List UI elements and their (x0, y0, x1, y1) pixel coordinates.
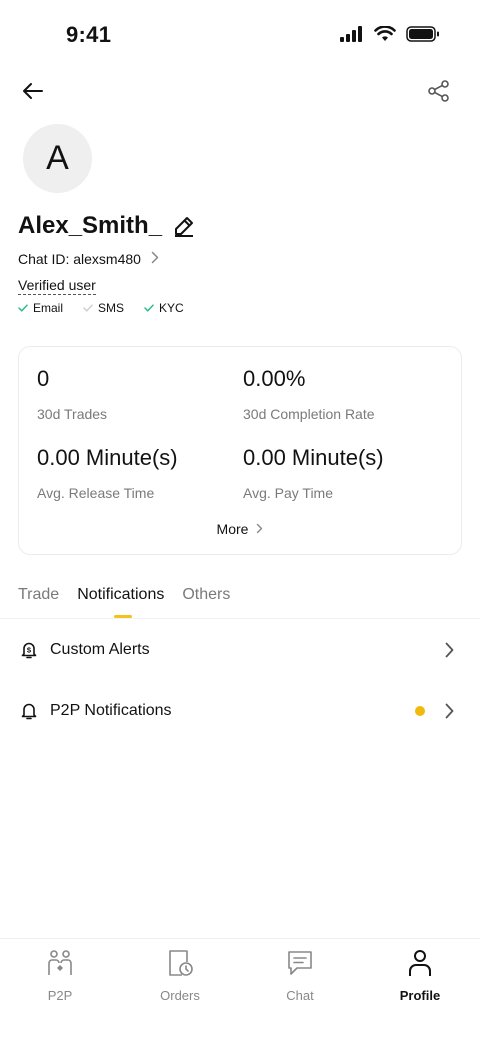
chevron-right-icon (151, 251, 159, 267)
chevron-right-icon (442, 701, 456, 721)
more-button[interactable]: More (19, 521, 461, 537)
stat-pay-time: 0.00 Minute(s) Avg. Pay Time (243, 445, 384, 501)
battery-icon (406, 26, 440, 47)
verified-user-label[interactable]: Verified user (18, 277, 96, 295)
verification-label: Email (33, 301, 64, 315)
list-item-custom-alerts[interactable]: $ Custom Alerts (0, 630, 480, 670)
tab-notifications[interactable]: Notifications (77, 586, 165, 618)
tab-trade[interactable]: Trade (18, 586, 59, 604)
stat-label: Avg. Release Time (37, 485, 155, 501)
list-item-p2p-notifications[interactable]: P2P Notifications (0, 691, 480, 731)
cellular-icon (340, 26, 364, 47)
chat-id: Chat ID: alexsm480 (18, 251, 141, 267)
list-item-label: P2P Notifications (50, 702, 172, 719)
chat-id-row[interactable]: Chat ID: alexsm480 (18, 251, 159, 267)
stat-30d-trades: 0 30d Trades (37, 366, 107, 422)
profile-icon (404, 947, 436, 979)
tab-label: Notifications (77, 586, 165, 603)
svg-text:$: $ (27, 646, 32, 655)
username: Alex_Smith_ (18, 212, 163, 239)
stat-release-time: 0.00 Minute(s) Avg. Release Time (37, 445, 178, 501)
edit-icon[interactable] (172, 214, 196, 238)
bottom-nav: P2P Orders Chat Profile (0, 938, 480, 1040)
tab-others[interactable]: Others (182, 586, 230, 604)
nav-label: Profile (399, 988, 441, 1003)
nav-bar (0, 72, 480, 112)
avatar[interactable]: A (23, 124, 92, 193)
list-item-label: Custom Alerts (50, 641, 150, 658)
stats-card: 0 30d Trades 0.00% 30d Completion Rate 0… (18, 346, 462, 555)
verification-kyc: KYC (144, 301, 184, 315)
check-icon (144, 301, 154, 315)
nav-item-p2p[interactable]: P2P (0, 947, 120, 1003)
check-icon (18, 301, 28, 315)
more-label: More (216, 521, 249, 537)
stat-label: 30d Trades (37, 406, 108, 422)
nav-label: Chat (286, 988, 314, 1003)
stat-value: 0.00% (243, 366, 306, 391)
p2p-icon (44, 947, 76, 979)
stat-label: 30d Completion Rate (243, 406, 375, 422)
chat-icon (284, 947, 316, 979)
orders-icon (164, 947, 196, 979)
alarm-bell-icon: $ (18, 639, 40, 661)
chevron-right-icon (256, 521, 263, 537)
nav-label: Orders (160, 988, 200, 1003)
status-icons (340, 25, 440, 47)
check-icon (83, 301, 93, 315)
verification-sms: SMS (83, 301, 124, 315)
chevron-right-icon (442, 640, 456, 660)
nav-label: P2P (47, 988, 73, 1003)
status-time: 9:41 (66, 22, 112, 47)
unread-dot (415, 706, 425, 716)
nav-item-orders[interactable]: Orders (120, 947, 240, 1003)
back-button[interactable] (18, 78, 48, 108)
stat-label: Avg. Pay Time (243, 485, 334, 501)
bell-icon (18, 700, 40, 722)
arrow-left-icon (22, 82, 44, 105)
wifi-icon (374, 25, 396, 47)
tabs: Trade Notifications Others (18, 586, 230, 618)
status-bar: 9:41 (0, 0, 480, 70)
share-button[interactable] (424, 78, 454, 108)
tabs-divider (0, 618, 480, 619)
avatar-letter: A (46, 139, 69, 177)
stat-completion-rate: 0.00% 30d Completion Rate (243, 366, 375, 422)
verification-list: Email SMS KYC (18, 301, 184, 315)
verification-label: SMS (98, 301, 125, 315)
username-row: Alex_Smith_ (18, 212, 196, 240)
stat-value: 0.00 Minute(s) (243, 445, 384, 470)
nav-item-profile[interactable]: Profile (360, 947, 480, 1003)
stat-value: 0.00 Minute(s) (37, 445, 178, 470)
verification-email: Email (18, 301, 63, 315)
nav-item-chat[interactable]: Chat (240, 947, 360, 1003)
share-icon (427, 79, 451, 108)
verification-label: KYC (159, 301, 184, 315)
stat-value: 0 (37, 366, 50, 391)
